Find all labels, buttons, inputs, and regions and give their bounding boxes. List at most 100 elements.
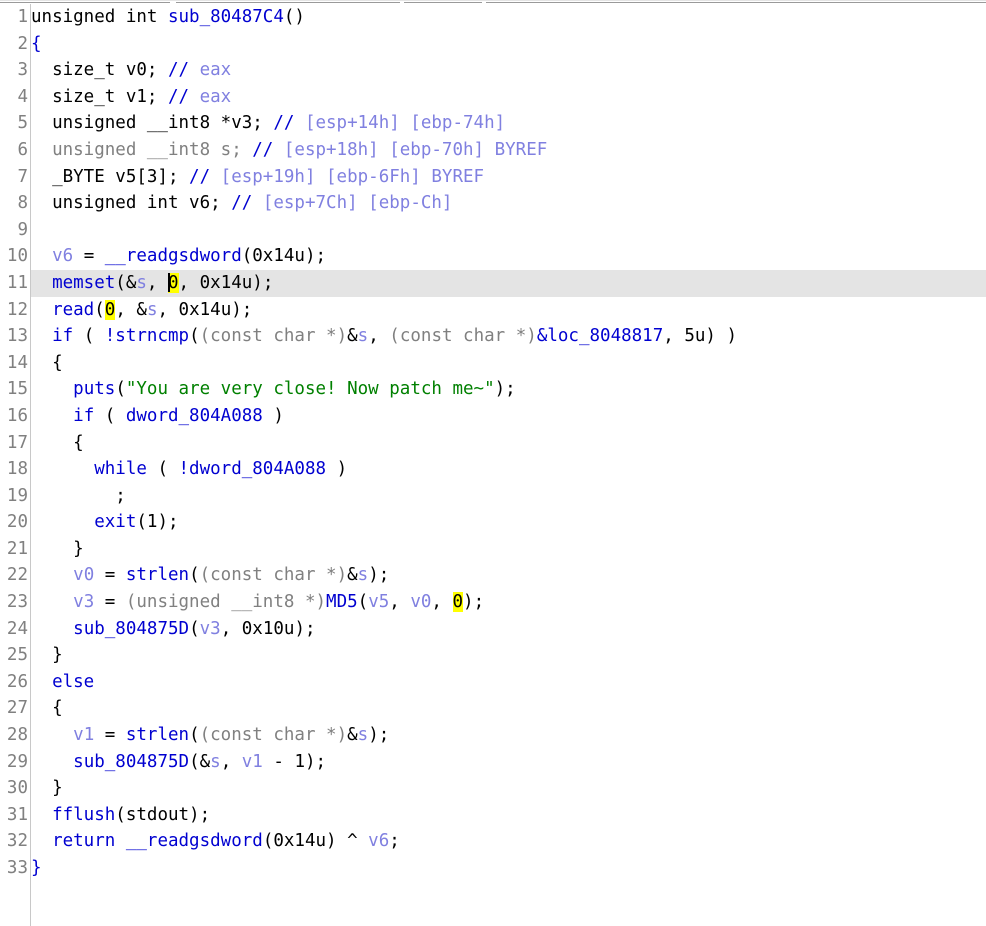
code-token: , [431, 592, 453, 613]
code-line[interactable]: 4 size_t v1; // eax [0, 84, 986, 111]
code-token: ); [494, 379, 516, 400]
code-line[interactable]: 13 if ( !strncmp((const char *)&s, (cons… [0, 323, 986, 350]
code-token: ); [463, 592, 485, 613]
code-line[interactable]: 30 } [0, 775, 986, 802]
line-number: 28 [6, 725, 28, 746]
code-line-text[interactable]: _BYTE v5[3]; // [esp+19h] [ebp-6Fh] BYRE… [31, 164, 484, 191]
keyword-token: __readgsdword [104, 246, 242, 267]
code-line[interactable]: 14 { [0, 350, 986, 377]
code-token: , [220, 751, 242, 772]
keyword-token: if [73, 405, 95, 426]
code-line-text[interactable]: if ( dword_804A088 ) [31, 403, 284, 430]
code-line-text[interactable]: size_t v0; // eax [31, 57, 231, 84]
code-line-text[interactable]: unsigned __int8 s; // [esp+18h] [ebp-70h… [31, 137, 547, 164]
code-line[interactable]: 25 } [0, 642, 986, 669]
code-line-text[interactable]: v6 = __readgsdword(0x14u); [31, 243, 326, 270]
code-line-text[interactable]: v3 = (unsigned __int8 *)MD5(v5, v0, 0); [31, 589, 484, 616]
line-number: 27 [6, 698, 28, 719]
code-line-text[interactable]: { [31, 31, 42, 58]
function-name-token: sub_80487C4 [167, 7, 284, 27]
line-number: 25 [6, 645, 28, 666]
code-line[interactable]: 17 { [0, 430, 986, 457]
code-line[interactable]: 10 v6 = __readgsdword(0x14u); [0, 243, 986, 270]
code-line-text[interactable]: return __readgsdword(0x14u) ^ v6; [31, 828, 400, 855]
code-token: ( [73, 326, 105, 347]
code-line-text[interactable]: sub_804875D(v3, 0x10u); [31, 616, 315, 643]
code-line[interactable]: 6 unsigned __int8 s; // [esp+18h] [ebp-7… [0, 137, 986, 164]
code-line[interactable]: 19 ; [0, 483, 986, 510]
code-line-text[interactable]: memset(&s, 0, 0x14u); [31, 270, 273, 297]
code-line[interactable]: 8 unsigned int v6; // [esp+7Ch] [ebp-Ch] [0, 190, 986, 217]
code-line[interactable]: 32 return __readgsdword(0x14u) ^ v6; [0, 828, 986, 855]
keyword-token: while [94, 459, 147, 480]
line-number-gutter-rule [30, 4, 31, 926]
cast-type-token: (const char *) [199, 326, 348, 347]
code-line[interactable]: 15 puts("You are very close! Now patch m… [0, 376, 986, 403]
code-line[interactable]: 27 { [0, 695, 986, 722]
code-line-text[interactable]: ; [31, 483, 126, 510]
code-line-text[interactable]: unsigned int sub_80487C4() [31, 4, 305, 31]
code-line-text[interactable]: size_t v1; // eax [31, 84, 231, 111]
code-line-text[interactable]: } [31, 855, 42, 882]
code-line[interactable]: 28 v1 = strlen((const char *)&s); [0, 722, 986, 749]
code-line-text[interactable]: } [31, 536, 84, 563]
code-line[interactable]: 11 memset(&s, 0, 0x14u); [0, 269, 986, 297]
cast-type-token: (const char *) [199, 725, 348, 746]
code-line[interactable]: 24 sub_804875D(v3, 0x10u); [0, 616, 986, 643]
code-line-text[interactable]: { [31, 350, 63, 377]
code-line[interactable]: 29 sub_804875D(&s, v1 - 1); [0, 749, 986, 776]
line-number: 3 [17, 60, 28, 81]
code-line-text[interactable]: v1 = strlen((const char *)&s); [31, 722, 389, 749]
code-line[interactable]: 18 while ( !dword_804A088 ) [0, 456, 986, 483]
keyword-token: return [52, 831, 116, 852]
code-line[interactable]: 3 size_t v0; // eax [0, 57, 986, 84]
code-line[interactable]: 22 v0 = strlen((const char *)&s); [0, 562, 986, 589]
code-token: & [347, 725, 358, 746]
code-line-text[interactable]: unsigned int v6; // [esp+7Ch] [ebp-Ch] [31, 190, 452, 217]
code-line-text[interactable]: read(0, &s, 0x14u); [31, 297, 252, 324]
line-number: 17 [6, 432, 28, 453]
code-line-text[interactable]: fflush(stdout); [31, 802, 210, 829]
code-line-text[interactable]: } [31, 642, 63, 669]
code-line[interactable]: 33} [0, 855, 986, 882]
code-line-text[interactable]: sub_804875D(&s, v1 - 1); [31, 749, 326, 776]
code-line[interactable]: 26 else [0, 669, 986, 696]
local-variable-token: v1 [73, 725, 95, 746]
code-line-list[interactable]: 1 unsigned int sub_80487C4() 2{3 size_t v0… [0, 4, 986, 882]
code-line[interactable]: 7 _BYTE v5[3]; // [esp+19h] [ebp-6Fh] BY… [0, 164, 986, 191]
line-number: 8 [17, 193, 28, 214]
code-line-text[interactable]: { [31, 430, 84, 457]
code-line-text[interactable]: else [31, 669, 94, 696]
code-line-text[interactable]: } [31, 775, 63, 802]
keyword-token: sub_804875D [73, 618, 190, 639]
keyword-token: // [252, 139, 284, 160]
code-line[interactable]: 12 read(0, &s, 0x14u); [0, 297, 986, 324]
comment-token: [esp+18h] [ebp-70h] BYREF [283, 139, 548, 160]
code-token: { [31, 352, 63, 373]
code-line-text[interactable]: v0 = strlen((const char *)&s); [31, 562, 389, 589]
code-line[interactable]: 16 if ( dword_804A088 ) [0, 403, 986, 430]
code-line-text[interactable]: while ( !dword_804A088 ) [31, 456, 347, 483]
code-line[interactable]: 5 unsigned __int8 *v3; // [esp+14h] [ebp… [0, 110, 986, 137]
local-variable-token: v6 [368, 831, 390, 852]
code-line-text[interactable]: puts("You are very close! Now patch me~"… [31, 376, 516, 403]
code-line[interactable]: 2{ [0, 31, 986, 58]
code-line-text[interactable]: unsigned __int8 *v3; // [esp+14h] [ebp-7… [31, 110, 505, 137]
code-line[interactable]: 31 fflush(stdout); [0, 802, 986, 829]
code-line[interactable]: 1 unsigned int sub_80487C4() [0, 4, 986, 31]
comment-token: [esp+19h] [ebp-6Fh] BYREF [220, 166, 485, 187]
code-line[interactable]: 23 v3 = (unsigned __int8 *)MD5(v5, v0, 0… [0, 589, 986, 616]
local-variable-token: v0 [410, 592, 432, 613]
code-line-text[interactable]: { [31, 695, 63, 722]
code-line[interactable]: 9 [0, 217, 986, 244]
line-number: 14 [6, 352, 28, 373]
pseudocode-editor[interactable]: 1 unsigned int sub_80487C4() 2{3 size_t v0… [0, 4, 986, 926]
code-line-text[interactable]: if ( !strncmp((const char *)&s, (const c… [31, 323, 737, 350]
local-variable-token: s [146, 299, 158, 320]
code-line[interactable]: 20 exit(1); [0, 509, 986, 536]
code-line-text[interactable]: exit(1); [31, 509, 178, 536]
code-line[interactable]: 21 } [0, 536, 986, 563]
